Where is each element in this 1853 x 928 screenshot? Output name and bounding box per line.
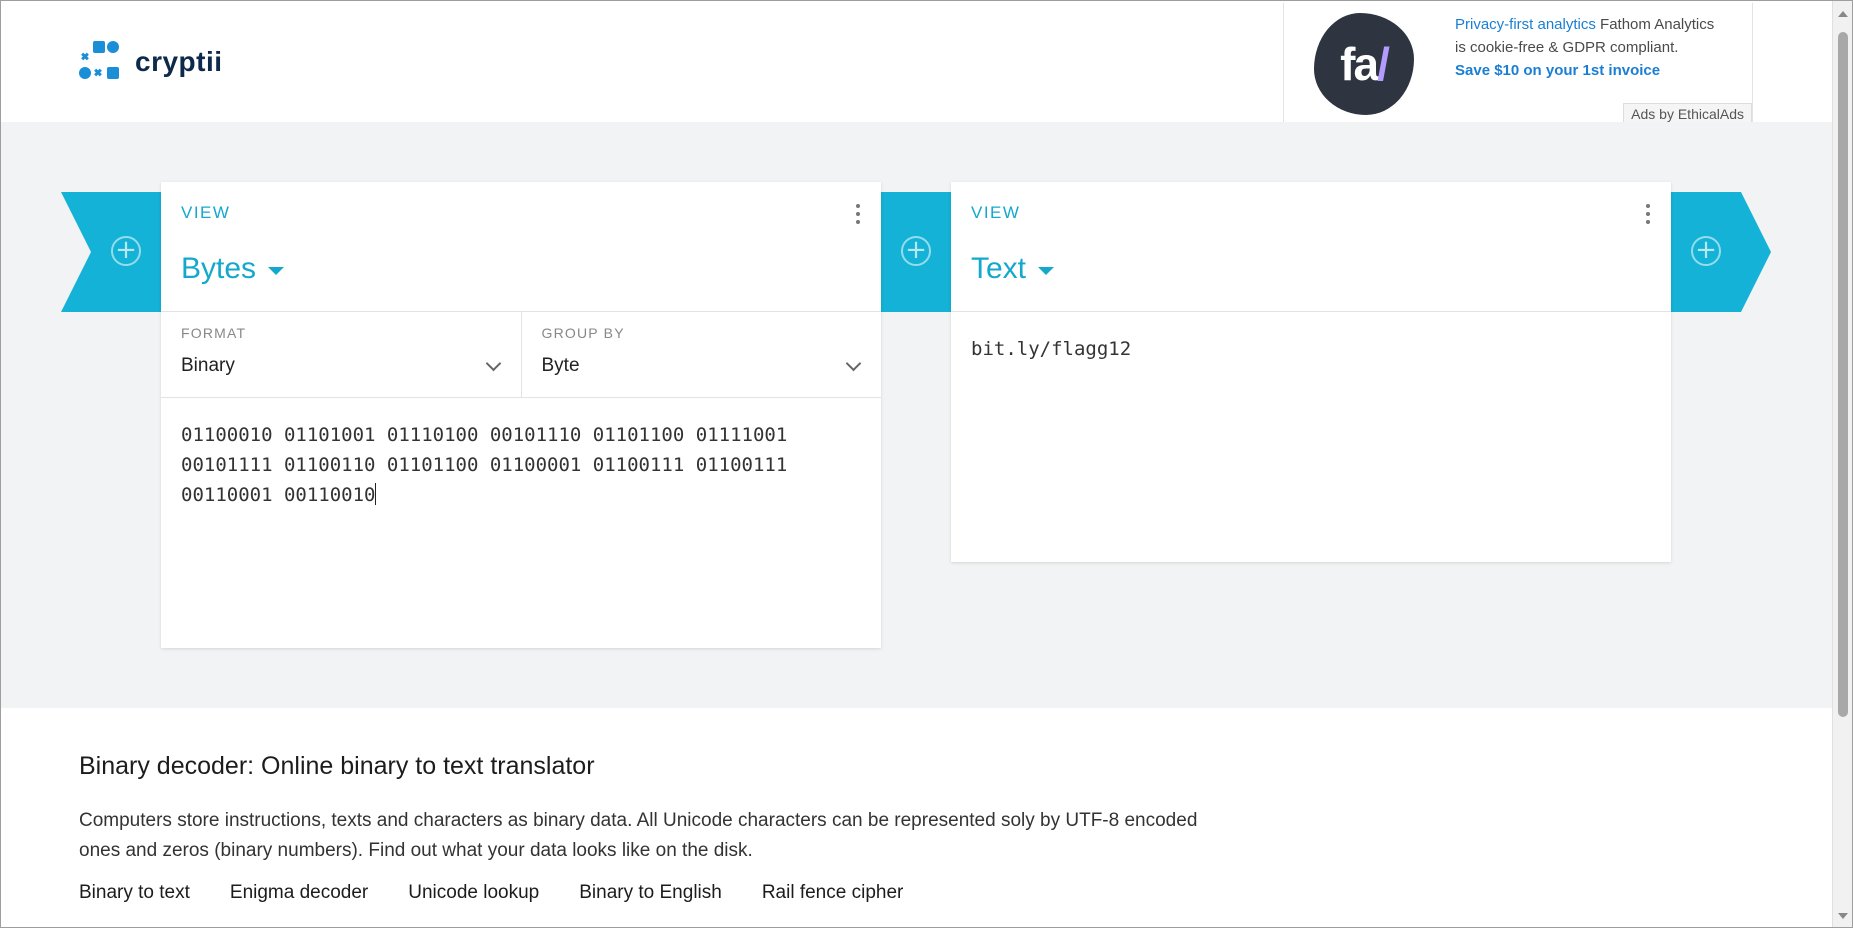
brick-name: Text [971, 252, 1027, 285]
card-header: VIEW Bytes [161, 182, 881, 312]
scroll-thumb[interactable] [1838, 32, 1848, 717]
group-by-select[interactable]: GROUP BY Byte [520, 312, 882, 397]
logo-link[interactable]: cryptii [79, 41, 223, 83]
group-by-label: GROUP BY [541, 325, 625, 341]
brick-name: Bytes [181, 252, 257, 285]
card-type-label: VIEW [971, 203, 1021, 222]
ad-highlight[interactable]: Privacy-first analytics [1455, 16, 1596, 33]
article-body: Computers store instructions, texts and … [79, 810, 1198, 861]
browser-viewport: cryptii fa/ Privacy-first analytics Fath… [0, 0, 1853, 928]
related-link[interactable]: Binary to English [579, 882, 722, 904]
text-view-card: VIEW Text bit.ly/flagg12 [951, 182, 1671, 562]
fathom-logo-text: fa/ [1340, 38, 1390, 90]
bytes-view-card: VIEW Bytes FORMAT Binary GROUP BY Byte 0… [161, 182, 881, 648]
add-encoder-button-end[interactable]: + [1691, 236, 1721, 266]
text-cursor [375, 483, 377, 505]
related-link[interactable]: Enigma decoder [230, 882, 368, 904]
add-encoder-button-middle[interactable]: + [901, 236, 931, 266]
format-select[interactable]: FORMAT Binary [161, 312, 521, 397]
fathom-logo-image[interactable]: fa/ [1314, 13, 1414, 115]
card-type-label: VIEW [181, 203, 231, 222]
logo-text: cryptii [135, 46, 223, 77]
ethicalads-banner[interactable]: fa/ Privacy-first analytics Fathom Analy… [1283, 3, 1753, 126]
settings-row: FORMAT Binary GROUP BY Byte [161, 312, 881, 398]
scroll-down-icon[interactable] [1838, 913, 1848, 919]
bytes-content-editor[interactable]: 01100010 01101001 01110100 00101110 0110… [161, 398, 881, 532]
ad-cta[interactable]: Save $10 on your 1st invoice [1455, 62, 1660, 79]
caret-down-icon [1038, 267, 1055, 275]
add-encoder-button-start[interactable]: + [111, 236, 141, 266]
format-label: FORMAT [181, 325, 247, 341]
more-options-icon[interactable] [855, 204, 861, 224]
card-header: VIEW Text [951, 182, 1671, 312]
text-content-editor[interactable]: bit.ly/flagg12 [951, 312, 1671, 386]
bytes-content-text: 01100010 01101001 01110100 00101110 0110… [181, 424, 788, 506]
article-title: Binary decoder: Online binary to text tr… [79, 752, 595, 780]
vertical-scrollbar[interactable] [1832, 1, 1852, 927]
group-by-value: Byte [541, 355, 580, 376]
ad-text[interactable]: Privacy-first analytics Fathom Analytics… [1455, 13, 1715, 82]
text-content: bit.ly/flagg12 [971, 338, 1132, 360]
cryptii-logo-icon [79, 41, 123, 83]
format-value: Binary [181, 355, 235, 376]
brick-selector[interactable]: Text [971, 252, 1055, 286]
article-section: Binary decoder: Online binary to text tr… [79, 752, 1279, 904]
more-options-icon[interactable] [1645, 204, 1651, 224]
related-links: Binary to text Enigma decoder Unicode lo… [79, 882, 1279, 904]
related-link[interactable]: Rail fence cipher [762, 882, 904, 904]
brick-selector[interactable]: Bytes [181, 252, 285, 286]
caret-down-icon [268, 267, 285, 275]
related-link[interactable]: Binary to text [79, 882, 190, 904]
pipeline-mid-connector: + [881, 192, 951, 312]
related-link[interactable]: Unicode lookup [408, 882, 539, 904]
scroll-up-icon[interactable] [1838, 11, 1848, 17]
